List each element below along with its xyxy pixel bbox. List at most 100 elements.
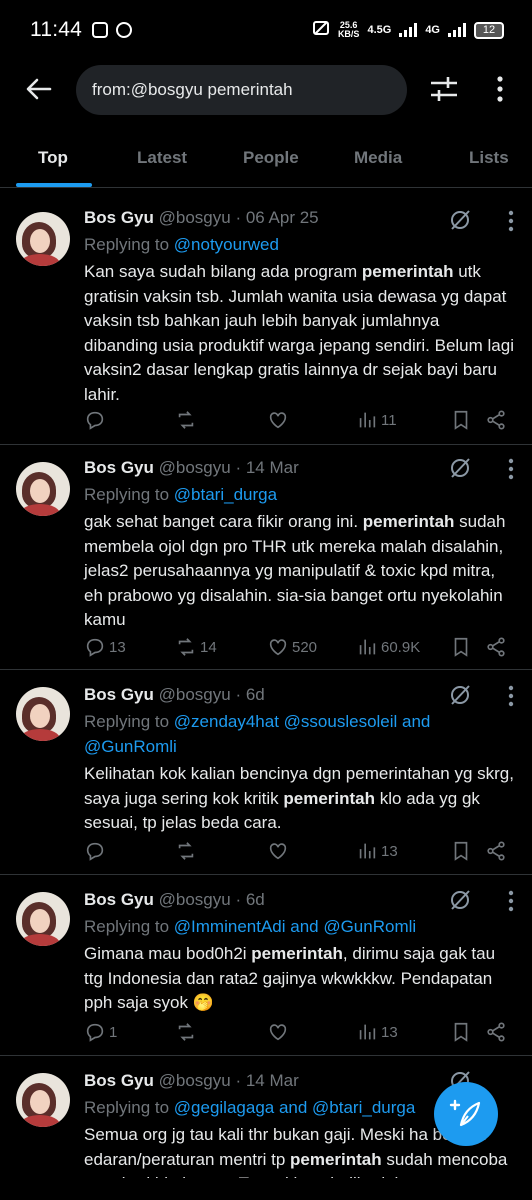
- back-arrow-icon[interactable]: [24, 74, 54, 104]
- share-button[interactable]: [485, 634, 507, 660]
- author-name[interactable]: Bos Gyu: [84, 685, 154, 704]
- reply-button[interactable]: [84, 838, 109, 864]
- analytics-icon: [359, 412, 376, 428]
- tweet-more-icon[interactable]: [508, 458, 514, 480]
- reply-to-link[interactable]: @notyourwed: [174, 235, 279, 254]
- tweet-text: Kan saya sudah bilang ada program pemeri…: [84, 260, 516, 407]
- like-button[interactable]: 520: [267, 634, 317, 660]
- like-button[interactable]: [267, 838, 292, 864]
- tab-lists[interactable]: Lists: [469, 148, 509, 168]
- status-bar: 11:44 25.6 KB/S 4.5G 4G 12: [0, 0, 532, 60]
- reply-context: Replying to @notyourwed: [84, 232, 516, 257]
- instagram-notification-icon: [92, 22, 108, 38]
- author-handle[interactable]: @bosgyu: [159, 458, 231, 477]
- tweet-text-part: Kan saya sudah bilang ada program: [84, 262, 362, 281]
- views-button[interactable]: 13: [356, 838, 398, 864]
- search-input[interactable]: from:@bosgyu pemerintah: [76, 65, 407, 115]
- bottom-strip: [0, 1178, 532, 1200]
- retweet-icon: [178, 842, 194, 860]
- share-button[interactable]: [485, 407, 507, 433]
- grok-icon[interactable]: [448, 683, 472, 707]
- reply-to-link[interactable]: @gegilagaga and @btari_durga: [174, 1098, 416, 1117]
- grok-icon[interactable]: [448, 456, 472, 480]
- retweet-button[interactable]: [175, 1019, 200, 1045]
- reply-button[interactable]: [84, 407, 109, 433]
- grok-icon[interactable]: [448, 888, 472, 912]
- reply-count: 1: [109, 1023, 118, 1041]
- share-button[interactable]: [485, 838, 507, 864]
- reply-to-link[interactable]: @btari_durga: [174, 485, 277, 504]
- tab-latest[interactable]: Latest: [137, 148, 187, 168]
- avatar[interactable]: [16, 1073, 70, 1127]
- heart-icon: [269, 1024, 287, 1041]
- tab-top[interactable]: Top: [38, 148, 68, 168]
- status-time: 11:44: [30, 18, 82, 41]
- tweet-more-icon[interactable]: [508, 210, 514, 232]
- net-speed-unit: KB/S: [337, 29, 360, 39]
- heart-icon: [269, 639, 287, 656]
- author-handle[interactable]: @bosgyu: [159, 890, 231, 909]
- bookmark-button[interactable]: [450, 1019, 472, 1045]
- tweet-more-icon[interactable]: [508, 890, 514, 912]
- bookmark-icon: [454, 1022, 468, 1042]
- retweet-icon: [178, 411, 194, 429]
- views-button[interactable]: 13: [356, 1019, 398, 1045]
- grok-icon[interactable]: [448, 208, 472, 232]
- tweet-actions: 13: [84, 838, 516, 866]
- whatsapp-notification-icon: [116, 22, 132, 38]
- author-name[interactable]: Bos Gyu: [84, 1071, 154, 1090]
- tweet-date: · 6d: [235, 685, 265, 704]
- bookmark-button[interactable]: [450, 407, 472, 433]
- tweet-date: · 14 Mar: [235, 1071, 299, 1090]
- tweet[interactable]: Bos Gyu @bosgyu · 06 Apr 25 Replying to …: [0, 196, 532, 445]
- heart-icon: [269, 843, 287, 860]
- reply-button[interactable]: 13: [84, 634, 126, 660]
- tweet[interactable]: Bos Gyu @bosgyu · 6d Replying to @Immine…: [0, 876, 532, 1056]
- like-button[interactable]: [267, 407, 292, 433]
- network-label-2: 4G: [425, 24, 440, 36]
- tweet-more-icon[interactable]: [508, 685, 514, 707]
- avatar[interactable]: [16, 212, 70, 266]
- bookmark-button[interactable]: [450, 838, 472, 864]
- tab-people[interactable]: People: [243, 148, 299, 168]
- tweet-text-part: utk gratisin vaksin tsb. Jumlah wanita u…: [84, 262, 514, 404]
- reply-context: Replying to @zenday4hat @ssouslesoleil a…: [84, 709, 516, 759]
- tab-media[interactable]: Media: [354, 148, 402, 168]
- author-handle[interactable]: @bosgyu: [159, 685, 231, 704]
- retweet-button[interactable]: [175, 838, 200, 864]
- author-handle[interactable]: @bosgyu: [159, 208, 231, 227]
- search-highlight: pemerintah: [290, 1149, 382, 1169]
- author-name[interactable]: Bos Gyu: [84, 458, 154, 477]
- heart-icon: [269, 412, 287, 429]
- compose-post-button[interactable]: [434, 1082, 498, 1146]
- tweet[interactable]: Bos Gyu @bosgyu · 6d Replying to @zenday…: [0, 671, 532, 875]
- reply-button[interactable]: 1: [84, 1019, 117, 1045]
- filter-sliders-icon[interactable]: [428, 74, 460, 104]
- bookmark-icon: [454, 637, 468, 657]
- author-name[interactable]: Bos Gyu: [84, 890, 154, 909]
- search-header: from:@bosgyu pemerintah: [0, 60, 532, 118]
- like-button[interactable]: [267, 1019, 292, 1045]
- tweet-text: gak sehat banget cara fikir orang ini. p…: [84, 510, 516, 633]
- bookmark-button[interactable]: [450, 634, 472, 660]
- search-highlight: pemerintah: [362, 512, 455, 531]
- retweet-button[interactable]: 14: [175, 634, 217, 660]
- avatar[interactable]: [16, 462, 70, 516]
- retweet-icon: [178, 1023, 194, 1041]
- tweet-text: Gimana mau bod0h2i pemerintah, dirimu sa…: [84, 942, 516, 1016]
- avatar[interactable]: [16, 892, 70, 946]
- views-button[interactable]: 11: [356, 407, 397, 433]
- avatar[interactable]: [16, 687, 70, 741]
- tweet-date: · 6d: [235, 890, 265, 909]
- net-speed: 25.6 KB/S: [338, 21, 360, 39]
- author-handle[interactable]: @bosgyu: [159, 1071, 231, 1090]
- views-button[interactable]: 60.9K: [356, 634, 420, 660]
- more-options-icon[interactable]: [490, 72, 510, 106]
- author-name[interactable]: Bos Gyu: [84, 208, 154, 227]
- tweet[interactable]: Bos Gyu @bosgyu · 14 Mar Replying to @bt…: [0, 446, 532, 670]
- retweet-button[interactable]: [175, 407, 200, 433]
- reply-to-link[interactable]: @ImminentAdi and @GunRomli: [174, 917, 416, 936]
- share-button[interactable]: [485, 1019, 507, 1045]
- tweet-actions: 1 13: [84, 1019, 516, 1047]
- signal-icon-2: [448, 23, 466, 37]
